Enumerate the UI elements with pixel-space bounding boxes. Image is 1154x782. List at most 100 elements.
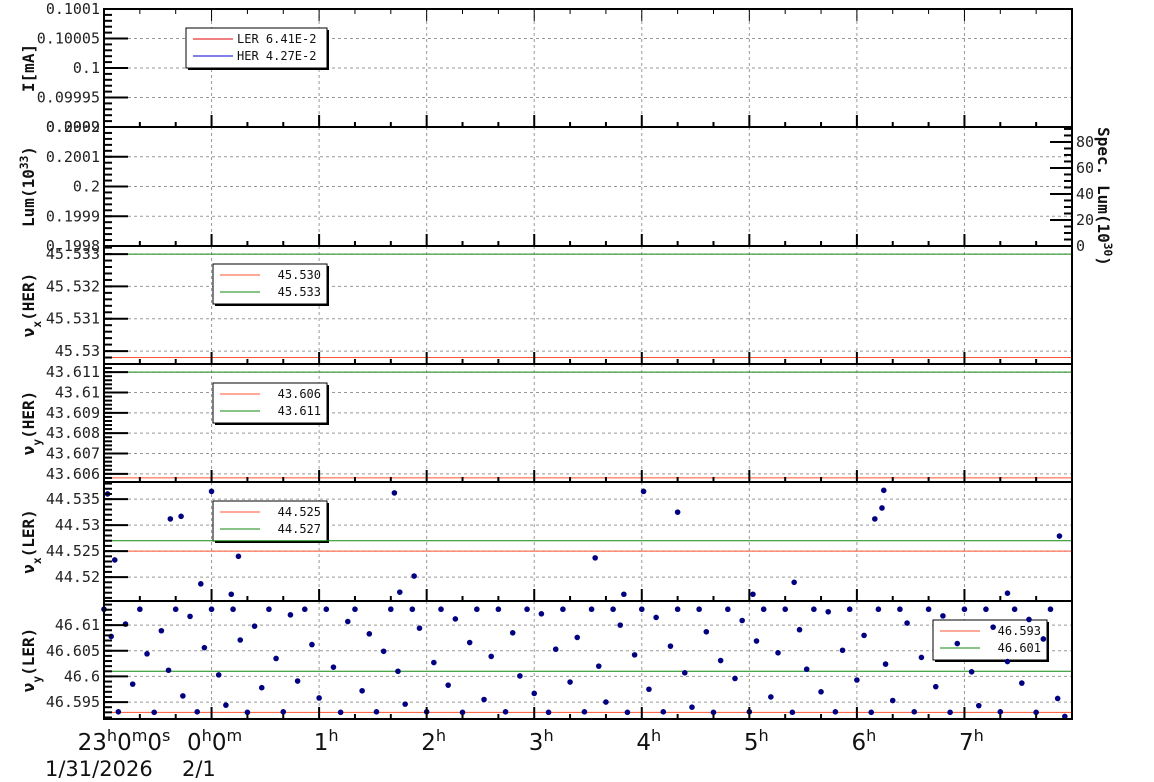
data-point bbox=[509, 630, 516, 636]
data-point bbox=[294, 678, 301, 684]
data-point bbox=[560, 606, 566, 613]
x-tick-label: 3h bbox=[529, 726, 554, 757]
superscript: h bbox=[328, 726, 338, 745]
panel-luminosity: 0.20020.20010.20.19990.1998Lum(1033)0204… bbox=[18, 118, 1115, 266]
data-point bbox=[411, 573, 417, 579]
data-point bbox=[638, 606, 645, 613]
legend: 43.606 43.611 bbox=[212, 382, 329, 425]
y-tick-label: 0.2002 bbox=[46, 118, 100, 136]
superscript: h bbox=[202, 726, 212, 745]
y-tick-label: 46.6 bbox=[64, 667, 100, 685]
y-axis-label: I[mA] bbox=[19, 44, 38, 92]
legend-label: 44.527 bbox=[278, 522, 321, 536]
data-point bbox=[524, 606, 530, 613]
data-point bbox=[732, 675, 738, 682]
data-point bbox=[438, 606, 444, 613]
label-part: 1 bbox=[314, 730, 329, 756]
panel-nux-her: 45.530 45.533 45.533 45.532 45.531 45.53 νx(HE… bbox=[19, 245, 1073, 365]
data-point bbox=[431, 659, 437, 666]
superscript: m bbox=[226, 726, 242, 745]
y-axis-label: νx(HER) bbox=[19, 273, 44, 338]
data-point bbox=[1011, 606, 1018, 613]
data-point bbox=[187, 613, 193, 620]
data-point bbox=[235, 553, 242, 560]
data-point bbox=[258, 684, 265, 691]
data-point bbox=[1026, 616, 1032, 623]
y-tick-label: 46.605 bbox=[46, 642, 100, 660]
data-point bbox=[968, 669, 975, 675]
data-point bbox=[768, 694, 774, 700]
data-point bbox=[796, 626, 803, 633]
data-point bbox=[144, 651, 150, 657]
legend-label: 44.525 bbox=[278, 505, 321, 519]
label-part: 0 bbox=[147, 730, 162, 756]
y-tick-label: 45.53 bbox=[55, 342, 100, 360]
data-point bbox=[567, 679, 573, 685]
y-tick-label: 45.532 bbox=[46, 277, 100, 295]
y-tick-label: 43.609 bbox=[46, 404, 100, 422]
right-tick-label: 80 bbox=[1076, 133, 1094, 151]
panel-frame bbox=[103, 600, 1073, 720]
label-part: Lum(10 bbox=[19, 169, 38, 227]
data-point bbox=[129, 681, 136, 687]
y-tick-label: 44.535 bbox=[46, 490, 100, 508]
superscript: h bbox=[759, 726, 769, 745]
data-point bbox=[574, 634, 581, 641]
data-point bbox=[882, 661, 889, 667]
y-tick-label: 0.2 bbox=[73, 178, 100, 196]
label-part: 3 bbox=[529, 730, 544, 756]
data-point bbox=[825, 608, 832, 615]
data-point bbox=[775, 650, 781, 656]
data-point bbox=[818, 689, 824, 695]
data-point bbox=[990, 624, 996, 630]
data-point bbox=[791, 579, 797, 586]
label-part: I[mA] bbox=[19, 44, 38, 92]
data-point bbox=[925, 606, 932, 613]
data-point bbox=[373, 709, 380, 715]
data-point bbox=[760, 606, 767, 613]
data-point bbox=[592, 555, 598, 561]
right-tick-label: 0 bbox=[1076, 237, 1085, 255]
data-point bbox=[904, 620, 910, 626]
beam-monitor-chart: LER 6.41E-2 HER 4.27E-2 0.1001 0.10005 0.1 0.… bbox=[18, 0, 1115, 781]
data-point bbox=[445, 682, 451, 688]
label-part: (LER) bbox=[19, 509, 38, 557]
data-point bbox=[237, 637, 244, 643]
data-point bbox=[872, 516, 878, 522]
y-tick-label: 0.09995 bbox=[37, 89, 100, 107]
data-point bbox=[359, 687, 365, 694]
label-part: ν bbox=[19, 446, 38, 456]
data-point bbox=[947, 709, 953, 716]
superscript: 33 bbox=[18, 155, 31, 169]
label-part: 4 bbox=[636, 730, 651, 756]
label-part: (LER) bbox=[19, 628, 38, 676]
x-tick-label: 7h bbox=[959, 726, 984, 757]
data-point bbox=[624, 709, 631, 716]
y-axis-label: Lum(1033) bbox=[18, 146, 39, 227]
legend-label: 46.593 bbox=[998, 624, 1041, 638]
data-point bbox=[301, 606, 308, 613]
data-point bbox=[617, 622, 624, 628]
data-point bbox=[603, 699, 609, 705]
data-point bbox=[789, 709, 796, 716]
legend-label: 45.530 bbox=[278, 268, 321, 282]
data-point bbox=[674, 509, 681, 515]
data-point bbox=[545, 709, 552, 716]
legend-label: HER 4.27E-2 bbox=[237, 49, 316, 63]
data-point bbox=[1019, 680, 1025, 686]
data-point bbox=[954, 640, 961, 647]
right-axis-label: Spec. Lum(1030) bbox=[1094, 127, 1115, 266]
data-point bbox=[158, 627, 165, 634]
right-tick-label: 20 bbox=[1076, 211, 1094, 229]
y-tick-label: 44.52 bbox=[55, 568, 100, 586]
y-tick-label: 0.1001 bbox=[46, 0, 100, 18]
y-tick-label: 45.531 bbox=[46, 310, 100, 328]
data-point bbox=[983, 606, 989, 613]
data-point bbox=[395, 668, 401, 675]
data-point bbox=[610, 606, 616, 613]
y-tick-label: 0.2001 bbox=[46, 148, 100, 166]
legend: 45.530 45.533 bbox=[212, 263, 329, 306]
legend-label: 46.601 bbox=[998, 641, 1041, 655]
data-point bbox=[653, 614, 659, 621]
data-point bbox=[396, 589, 403, 595]
